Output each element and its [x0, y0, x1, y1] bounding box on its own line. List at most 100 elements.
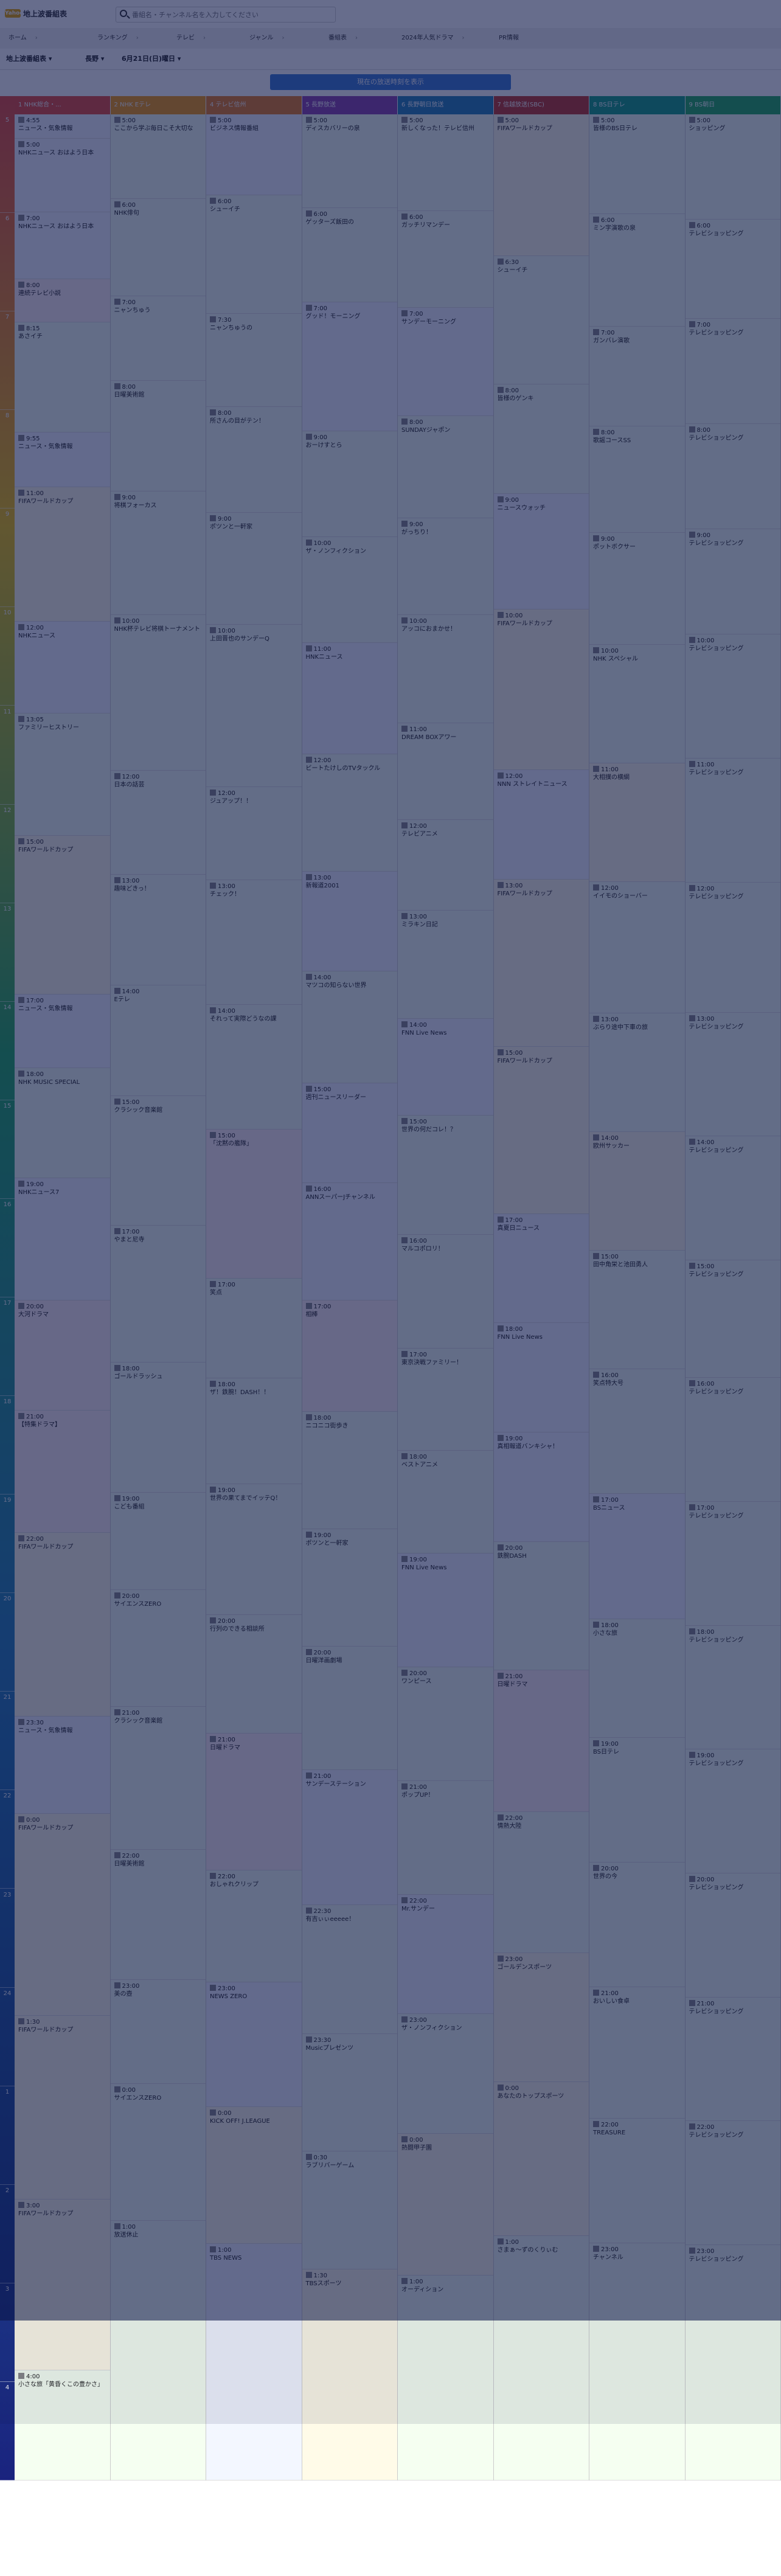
program-cell[interactable]: 8:00 日曜美術館	[110, 381, 206, 491]
program-cell[interactable]: 6:00 NHK俳句	[110, 198, 206, 297]
program-cell[interactable]: 22:00 テレビショッピング	[685, 2121, 780, 2246]
program-cell[interactable]: 12:00 イイモのショーバー	[589, 882, 685, 1013]
program-cell[interactable]: 19:00 BS日テレ	[589, 1737, 685, 1863]
program-cell[interactable]: 15:00 田中角栄と池田勇人	[589, 1251, 685, 1370]
program-cell[interactable]: 4:00 小さな旅「黄昏くこの豊かさ」	[15, 2370, 110, 2481]
program-cell[interactable]: 5:00 ショッピング	[685, 114, 780, 220]
program-cell[interactable]: 14:00 FNN Live News	[398, 1018, 493, 1116]
program-cell[interactable]: 9:55 ニュース・気象情報	[15, 432, 110, 488]
date-selector[interactable]: 6月21日(日)曜日 ▾	[122, 54, 181, 64]
channel-header[interactable]: 7 信越放送(SBC)	[493, 96, 589, 114]
program-cell[interactable]: 5:00 ビジネス情報番組	[206, 114, 302, 196]
program-cell[interactable]: 19:00 テレビショッピング	[685, 1749, 780, 1874]
program-cell[interactable]: 15:00 クラシック音楽館	[110, 1095, 206, 1226]
program-cell[interactable]: 10:00 上田晋也のサンデーQ	[206, 625, 302, 787]
program-cell[interactable]: 15:00 テレビショッピング	[685, 1260, 780, 1378]
program-cell[interactable]: 11:00 テレビショッピング	[685, 759, 780, 883]
program-cell[interactable]: 12:00 NHKニュース	[15, 622, 110, 714]
program-cell[interactable]: 12:00 日本の話芸	[110, 771, 206, 875]
program-cell[interactable]: 0:00 サイエンスZERO	[110, 2084, 206, 2221]
program-cell[interactable]: 1:00 オーディション	[398, 2276, 493, 2481]
program-cell[interactable]: 17:00 東京決戦ファミリー！	[398, 1349, 493, 1451]
search-input[interactable]	[131, 9, 334, 21]
program-cell[interactable]: 12:00 NNN ストレイトニュース	[493, 770, 589, 880]
program-cell[interactable]: 10:00 テレビショッピング	[685, 634, 780, 759]
program-cell[interactable]: 23:00 NEWS ZERO	[206, 1982, 302, 2107]
program-cell[interactable]: 23:00 ザ・ノンフィクション	[398, 2014, 493, 2134]
program-cell[interactable]: 14:00 Eテレ	[110, 985, 206, 1096]
program-cell[interactable]: 19:00 こども番組	[110, 1492, 206, 1590]
program-cell[interactable]: 15:00 週刊ニュースリーダー	[302, 1083, 397, 1183]
program-cell[interactable]: 13:00 新報道2001	[302, 872, 397, 972]
program-cell[interactable]: 5:00 ここから学ぶ毎日こそ大切な	[110, 114, 206, 199]
program-cell[interactable]: 8:00 歌謡コースSS	[589, 426, 685, 533]
program-cell[interactable]: 10:00 アッコにおまかせ！	[398, 614, 493, 723]
program-cell[interactable]: 7:00 ニャンちゅう	[110, 296, 206, 381]
program-cell[interactable]: 9:00 将棋フォーカス	[110, 491, 206, 615]
program-cell[interactable]: 20:00 日曜洋画劇場	[302, 1647, 397, 1771]
program-cell[interactable]: 12:00 ジュアップ！！	[206, 786, 302, 881]
program-cell[interactable]: 13:00 チェック！	[206, 880, 302, 1005]
program-cell[interactable]: 7:00 NHKニュース おはよう日本	[15, 212, 110, 280]
program-cell[interactable]: 1:00 放送休止	[110, 2220, 206, 2481]
program-cell[interactable]: 23:30 Musicプレゼンツ	[302, 2034, 397, 2152]
program-cell[interactable]: 20:00 サイエンスZERO	[110, 1589, 206, 1707]
program-cell[interactable]: 18:00 小さな旅	[589, 1619, 685, 1738]
program-cell[interactable]: 16:00 テレビショッピング	[685, 1378, 780, 1502]
program-cell[interactable]: 16:00 笑点特大号	[589, 1369, 685, 1495]
channel-header[interactable]: 2 NHK Eテレ	[110, 96, 206, 114]
program-cell[interactable]: 9:00 ニュースウォッチ	[493, 493, 589, 609]
program-cell[interactable]: 12:00 ビートたけしのTVタックル	[302, 754, 397, 872]
program-cell[interactable]: 21:00 日曜ドラマ	[493, 1670, 589, 1812]
program-cell[interactable]: 6:00 テレビショッピング	[685, 220, 780, 319]
program-cell[interactable]: 13:00 ミラキン日記	[398, 911, 493, 1019]
program-cell[interactable]: 0:00 あなたのトップスポーツ	[493, 2081, 589, 2237]
nav-item-3[interactable]: ジャンル ›	[249, 33, 285, 44]
program-cell[interactable]: 17:00 BSニュース	[589, 1494, 685, 1619]
program-cell[interactable]: 21:00 ポップUP！	[398, 1780, 493, 1895]
program-cell[interactable]: 20:00 行列のできる相談所	[206, 1615, 302, 1734]
program-cell[interactable]: 18:00 ベストアニメ	[398, 1451, 493, 1554]
program-cell[interactable]: 7:00 グッド！モーニング	[302, 302, 397, 432]
now-time-button[interactable]: 現在の放送時刻を表示	[270, 74, 511, 90]
program-cell[interactable]: 22:00 日曜美術館	[110, 1850, 206, 1981]
program-cell[interactable]: 8:00 皆様のゲンキ	[493, 384, 589, 494]
program-cell[interactable]: 11:00 FIFAワールドカップ	[15, 487, 110, 622]
program-cell[interactable]: 15:00 FIFAワールドカップ	[493, 1046, 589, 1214]
program-cell[interactable]: 13:00 趣味どきっ！	[110, 875, 206, 986]
program-cell[interactable]: 14:00 それって実際どうなの課	[206, 1004, 302, 1130]
program-cell[interactable]: 0:00 KICK OFF! J.LEAGUE	[206, 2106, 302, 2244]
search-box[interactable]	[116, 7, 336, 23]
region-selector[interactable]: 長野 ▾	[85, 54, 104, 64]
program-cell[interactable]: 5:00 皆様のBS日テレ	[589, 114, 685, 215]
program-cell[interactable]: 18:00 NHK MUSIC SPECIAL	[15, 1068, 110, 1178]
nav-item-4[interactable]: 番組表 ›	[328, 33, 358, 44]
program-cell[interactable]: 1:30 FIFAワールドカップ	[15, 2016, 110, 2199]
program-cell[interactable]: 18:00 テレビショッピング	[685, 1625, 780, 1750]
program-cell[interactable]: 9:00 ポットボクサー	[589, 532, 685, 645]
program-cell[interactable]: 6:30 シューイチ	[493, 255, 589, 384]
program-cell[interactable]: 9:00 ポツンと一軒家	[206, 513, 302, 625]
program-cell[interactable]: 21:00 日曜ドラマ	[206, 1733, 302, 1870]
program-cell[interactable]: 15:00 「沈黙の艦隊」	[206, 1129, 302, 1279]
channel-header[interactable]: 8 BS日テレ	[589, 96, 686, 114]
program-cell[interactable]: 18:00 ザ！鉄腕！DASH！！	[206, 1378, 302, 1485]
program-cell[interactable]: 17:00 相棒	[302, 1300, 397, 1412]
program-cell[interactable]: 1:00 TBS NEWS	[206, 2244, 302, 2481]
program-cell[interactable]: 8:00 連続テレビ小説	[15, 279, 110, 322]
program-cell[interactable]: 7:30 ニャンちゅうの	[206, 313, 302, 408]
channel-header[interactable]: 4 テレビ信州	[206, 96, 302, 114]
program-cell[interactable]: 11:00 DREAM BOXアワー	[398, 723, 493, 820]
program-cell[interactable]: 6:00 ゲッターズ飯田の	[302, 208, 397, 302]
program-cell[interactable]: 8:00 SUNDAYジャポン	[398, 415, 493, 518]
program-cell[interactable]: 23:00 テレビショッピング	[685, 2245, 780, 2481]
program-cell[interactable]: 5:00 新しくなった！テレビ信州	[398, 114, 493, 211]
program-cell[interactable]: 6:00 シューイチ	[206, 195, 302, 314]
program-cell[interactable]: 1:00 さまぁ〜ずのくりぃむ	[493, 2236, 589, 2481]
program-cell[interactable]: 13:00 FIFAワールドカップ	[493, 879, 589, 1047]
program-cell[interactable]: 22:00 TREASURE	[589, 2118, 685, 2243]
program-cell[interactable]: 15:00 世界の何だコレ！？	[398, 1115, 493, 1235]
program-cell[interactable]: 3:00 FIFAワールドカップ	[15, 2199, 110, 2371]
program-cell[interactable]: 19:00 ポツンと一軒家	[302, 1529, 397, 1647]
program-cell[interactable]: 17:00 笑点	[206, 1279, 302, 1379]
